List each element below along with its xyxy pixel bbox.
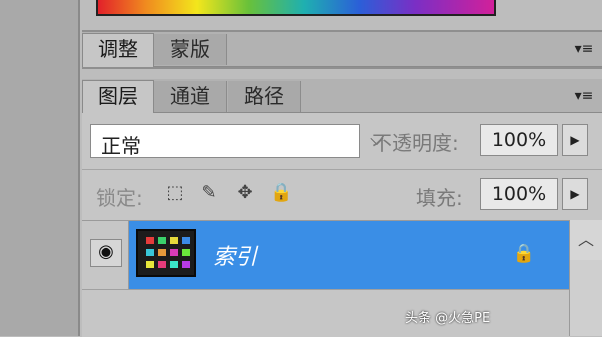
- opacity-input[interactable]: 100%: [480, 124, 558, 156]
- opacity-arrow-button[interactable]: ▶: [562, 124, 588, 156]
- opacity-label: 不透明度:: [372, 131, 459, 155]
- blend-mode-select[interactable]: 正常 ⌵: [90, 124, 384, 158]
- fill-input[interactable]: 100%: [480, 178, 558, 210]
- lock-transparent-pixels-icon[interactable]: ⬚: [164, 182, 186, 204]
- tab-paths[interactable]: 路径: [228, 81, 301, 112]
- lock-options-row: 锁定: ⬚ ✎ ✥ 🔒 填充: 100% ▶: [82, 170, 602, 220]
- tab-adjustments[interactable]: 调整: [82, 33, 154, 67]
- panel-menu-icon[interactable]: ▾≡: [572, 88, 596, 104]
- layers-tab-row: 图层 通道 路径 ▾≡: [82, 79, 602, 114]
- tab-layers[interactable]: 图层: [82, 80, 154, 114]
- scrollbar-track[interactable]: [569, 260, 602, 336]
- layers-empty-area: [82, 289, 570, 337]
- lock-position-icon[interactable]: ✥: [234, 182, 256, 204]
- left-canvas-edge: [0, 0, 80, 336]
- layer-name[interactable]: 索引: [213, 239, 257, 271]
- color-spectrum[interactable]: [96, 0, 496, 16]
- watermark-text: 头条 @火急PE: [405, 311, 491, 326]
- eye-icon[interactable]: ◉: [90, 239, 122, 267]
- right-panel: 调整 蒙版 ▾≡ 图层 通道 路径 ▾≡ 正常 ⌵ 不透明度: 100% ▶ 锁…: [82, 0, 602, 337]
- layer-lock-icon: 🔒: [512, 243, 535, 264]
- color-panel: [82, 0, 602, 32]
- panel-menu-icon[interactable]: ▾≡: [572, 41, 596, 57]
- selected-layer[interactable]: 索引 🔒: [129, 221, 569, 289]
- blend-options-row: 正常 ⌵ 不透明度: 100% ▶: [82, 113, 602, 169]
- adjust-tab-row: 调整 蒙版 ▾≡: [82, 32, 602, 67]
- lock-image-pixels-icon[interactable]: ✎: [198, 182, 220, 204]
- layer-thumbnail: [136, 229, 196, 277]
- lock-label: 锁定:: [96, 186, 143, 210]
- fill-arrow-button[interactable]: ▶: [562, 178, 588, 210]
- scroll-up-button[interactable]: ︿: [569, 220, 602, 260]
- lock-all-icon[interactable]: 🔒: [270, 182, 292, 204]
- tab-masks[interactable]: 蒙版: [154, 34, 227, 65]
- visibility-cell[interactable]: ◉: [82, 221, 129, 289]
- fill-label: 填充:: [416, 186, 463, 210]
- tab-channels[interactable]: 通道: [154, 81, 227, 112]
- layer-row[interactable]: ◉ 索引 🔒: [82, 220, 602, 289]
- blend-mode-value: 正常: [101, 134, 141, 158]
